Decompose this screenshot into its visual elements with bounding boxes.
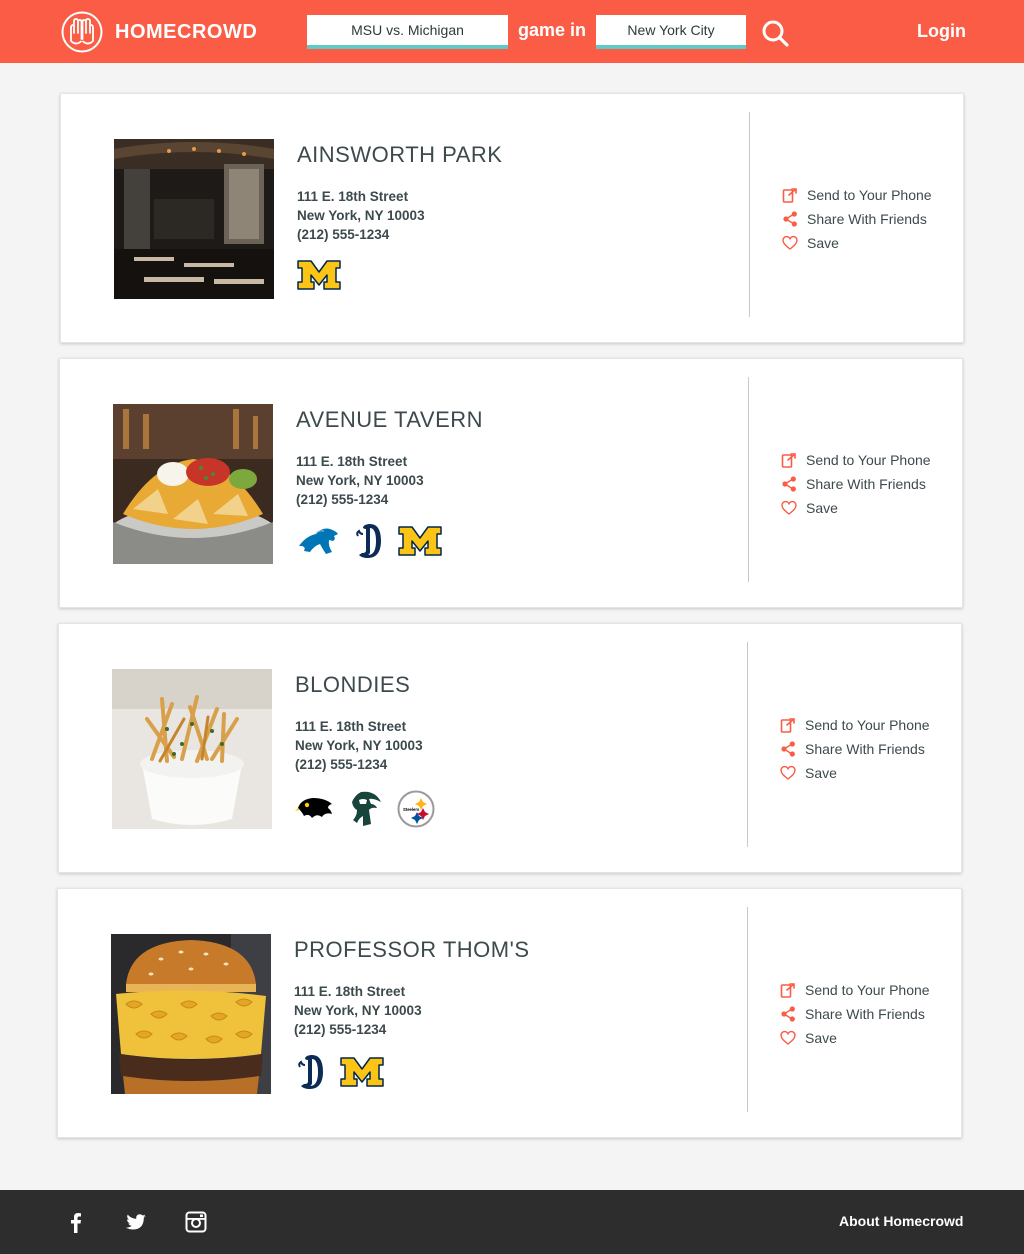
facebook-icon[interactable] <box>65 1211 87 1233</box>
footer: About Homecrowd <box>0 1190 1024 1254</box>
venue-actions: Send to Your Phone Share With Friends Sa… <box>781 448 931 520</box>
search-button[interactable] <box>760 18 790 48</box>
venue-card[interactable]: BLONDIES 111 E. 18th Street New York, NY… <box>58 623 962 873</box>
venue-street: 111 E. 18th Street <box>296 454 408 469</box>
send-to-phone-icon <box>781 452 797 468</box>
venue-address: 111 E. 18th Street New York, NY 10003 (2… <box>295 717 423 774</box>
venue-card[interactable]: PROFESSOR THOM'S 111 E. 18th Street New … <box>57 888 962 1138</box>
venue-actions: Send to Your Phone Share With Friends Sa… <box>780 978 930 1050</box>
send-to-phone-button[interactable]: Send to Your Phone <box>782 183 932 207</box>
search-connector-label: game in <box>518 20 587 40</box>
michigan-state-spartans-logo-icon <box>349 790 383 828</box>
venue-phone[interactable]: (212) 555-1234 <box>294 1020 422 1039</box>
venue-city: New York, NY 10003 <box>297 208 425 223</box>
venue-street: 111 E. 18th Street <box>295 719 407 734</box>
michigan-logo-icon <box>297 260 341 290</box>
venue-street: 111 E. 18th Street <box>294 984 406 999</box>
venue-card[interactable]: AINSWORTH PARK 111 E. 18th Street New Yo… <box>60 93 964 343</box>
team-logos <box>297 260 355 290</box>
venue-card[interactable]: AVENUE TAVERN 111 E. 18th Street New Yor… <box>59 358 963 608</box>
send-to-phone-button[interactable]: Send to Your Phone <box>781 448 931 472</box>
twitter-icon[interactable] <box>125 1211 147 1233</box>
save-button[interactable]: Save <box>782 231 932 255</box>
top-navbar: HOMECROWD game in Login <box>0 0 1024 63</box>
team-logos <box>295 790 449 828</box>
heart-icon <box>780 765 796 781</box>
venue-city: New York, NY 10003 <box>294 1003 422 1018</box>
share-icon <box>780 741 796 757</box>
burger-photo <box>111 934 271 1094</box>
brand-name: HOMECROWD <box>115 20 258 43</box>
venue-name[interactable]: AINSWORTH PARK <box>297 142 502 168</box>
send-to-phone-button[interactable]: Send to Your Phone <box>780 978 930 1002</box>
homecrowd-logo-icon <box>61 11 103 53</box>
detroit-tigers-logo-icon <box>296 1053 326 1091</box>
share-icon <box>782 211 798 227</box>
instagram-icon[interactable] <box>185 1211 207 1233</box>
login-link[interactable]: Login <box>917 21 966 42</box>
venue-phone[interactable]: (212) 555-1234 <box>296 490 424 509</box>
venue-city: New York, NY 10003 <box>295 738 423 753</box>
save-button[interactable]: Save <box>781 496 931 520</box>
share-button[interactable]: Share With Friends <box>782 207 932 231</box>
game-search-input[interactable] <box>307 15 508 49</box>
venue-phone[interactable]: (212) 555-1234 <box>297 225 425 244</box>
venue-photo[interactable] <box>114 139 274 299</box>
venue-address: 111 E. 18th Street New York, NY 10003 (2… <box>297 187 425 244</box>
team-logos <box>296 522 456 560</box>
card-divider <box>747 907 748 1112</box>
heart-icon <box>780 1030 796 1046</box>
share-icon <box>781 476 797 492</box>
iowa-hawkeyes-logo-icon <box>295 794 335 824</box>
city-search-input[interactable] <box>596 15 746 49</box>
card-divider <box>748 377 749 582</box>
venue-name[interactable]: PROFESSOR THOM'S <box>294 937 530 963</box>
detroit-tigers-logo-icon <box>354 522 384 560</box>
share-button[interactable]: Share With Friends <box>781 472 931 496</box>
restaurant-interior-photo <box>114 139 274 299</box>
michigan-logo-icon <box>398 526 442 556</box>
venue-street: 111 E. 18th Street <box>297 189 409 204</box>
venue-phone[interactable]: (212) 555-1234 <box>295 755 423 774</box>
team-logos <box>296 1053 398 1091</box>
venue-photo[interactable] <box>113 404 273 564</box>
michigan-logo-icon <box>340 1057 384 1087</box>
save-button[interactable]: Save <box>780 1026 930 1050</box>
brand-logo-link[interactable]: HOMECROWD <box>61 11 257 53</box>
send-to-phone-button[interactable]: Send to Your Phone <box>780 713 930 737</box>
save-button[interactable]: Save <box>780 761 930 785</box>
share-button[interactable]: Share With Friends <box>780 737 930 761</box>
venue-photo[interactable] <box>111 934 271 1094</box>
venue-address: 111 E. 18th Street New York, NY 10003 (2… <box>296 452 424 509</box>
heart-icon <box>782 235 798 251</box>
heart-icon <box>781 500 797 516</box>
nachos-photo <box>113 404 273 564</box>
venue-actions: Send to Your Phone Share With Friends Sa… <box>780 713 930 785</box>
card-divider <box>749 112 750 317</box>
share-icon <box>780 1006 796 1022</box>
about-link[interactable]: About Homecrowd <box>839 1213 963 1229</box>
venue-name[interactable]: BLONDIES <box>295 672 410 698</box>
detroit-lions-logo-icon <box>296 524 340 558</box>
venue-name[interactable]: AVENUE TAVERN <box>296 407 483 433</box>
venue-address: 111 E. 18th Street New York, NY 10003 (2… <box>294 982 422 1039</box>
share-button[interactable]: Share With Friends <box>780 1002 930 1026</box>
card-divider <box>747 642 748 847</box>
venue-actions: Send to Your Phone Share With Friends Sa… <box>782 183 932 255</box>
venue-city: New York, NY 10003 <box>296 473 424 488</box>
search-icon <box>762 20 789 47</box>
venue-photo[interactable] <box>112 669 272 829</box>
pittsburgh-steelers-logo-icon <box>397 790 435 828</box>
send-to-phone-icon <box>782 187 798 203</box>
send-to-phone-icon <box>780 982 796 998</box>
send-to-phone-icon <box>780 717 796 733</box>
fries-photo <box>112 669 272 829</box>
